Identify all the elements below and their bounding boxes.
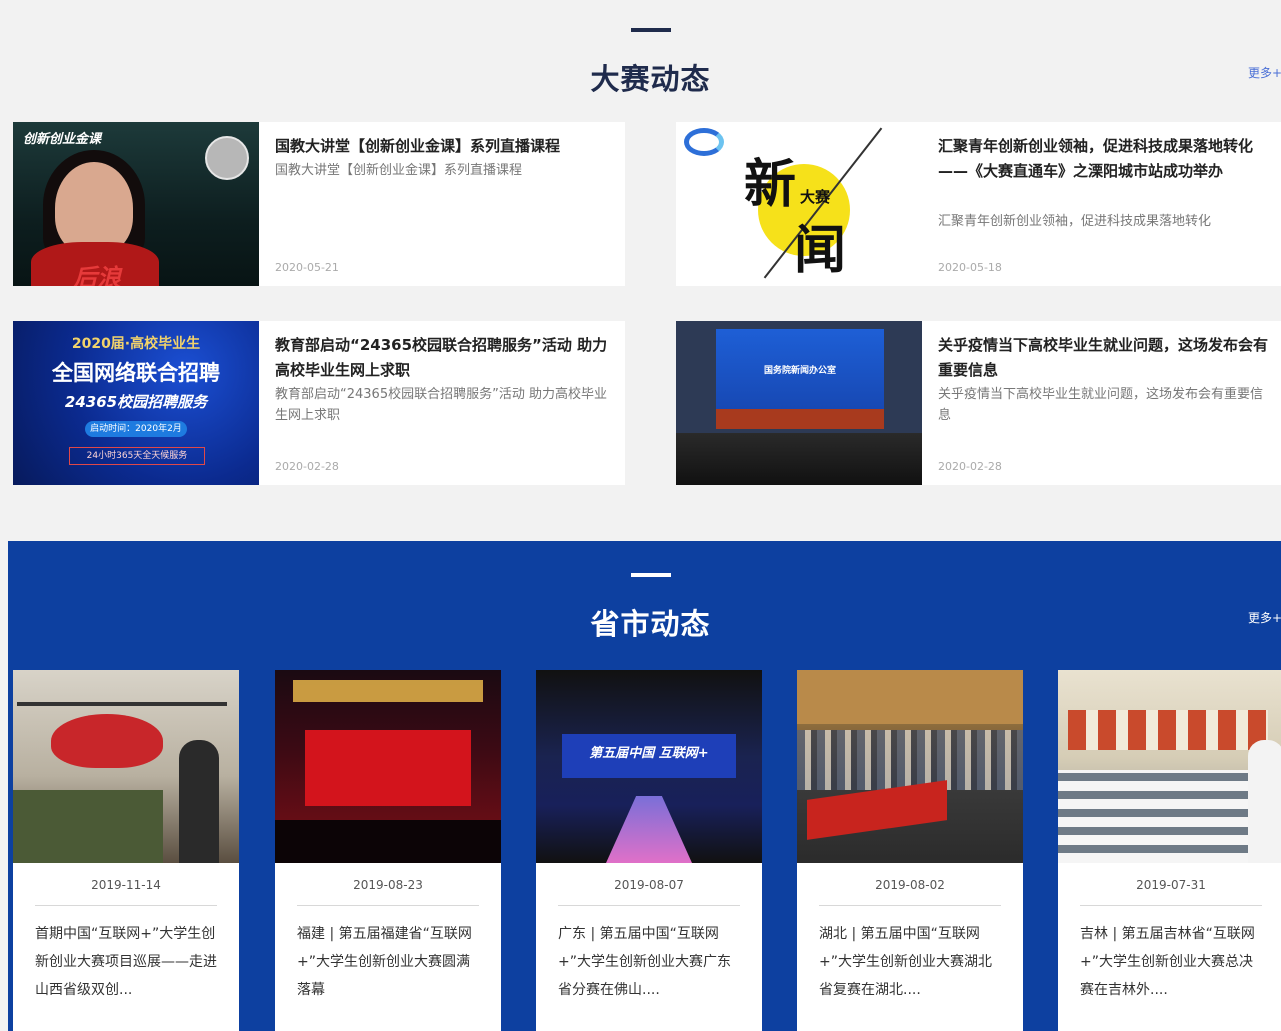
job-fair-poster-thumbnail[interactable]: 2020届·高校毕业生 全国网络联合招聘 24365校园招聘服务 启动时间：20… (13, 321, 259, 485)
card-date: 2019-07-31 (1136, 878, 1206, 892)
news-card[interactable]: 创新创业金课 后浪 国教大讲堂【创新创业金课】系列直播课程 国教大讲堂【创新创业… (13, 122, 625, 286)
news-summary: 教育部启动“24365校园联合招聘服务”活动 助力高校毕业生网上求职 (275, 387, 607, 423)
provincial-news-section: 省市动态 更多+ 2019-11-14 首期中国“互联网+”大学生创新创业大赛项… (8, 541, 1281, 1031)
screen-text: 国务院新闻办公室 (763, 366, 836, 376)
ceremony-stage-photo[interactable] (275, 670, 501, 863)
card-title[interactable]: 吉林 | 第五届吉林省“互联网+”大学生创新创业大赛总决赛在吉林外.... (1080, 920, 1264, 1004)
divider (35, 905, 217, 906)
news-card[interactable]: 国务院新闻办公室 关乎疫情当下高校毕业生就业问题，这场发布会有重要信息 关乎疫情… (676, 321, 1281, 485)
competition-stage-photo[interactable]: 第五届中国 互联网+ (536, 670, 762, 863)
poster-headline: 全国网络联合招聘 (52, 361, 220, 385)
card-title[interactable]: 广东 | 第五届中国“互联网+”大学生创新创业大赛广东省分赛在佛山.... (558, 920, 742, 1004)
news-title[interactable]: 教育部启动“24365校园联合招聘服务”活动 助力高校毕业生网上求职 (275, 333, 617, 383)
poster-line: 24365校园招聘服务 (64, 393, 208, 411)
news-date: 2020-02-28 (275, 460, 339, 473)
news-card[interactable]: 2020届·高校毕业生 全国网络联合招聘 24365校园招聘服务 启动时间：20… (13, 321, 625, 485)
news-title[interactable]: 关乎疫情当下高校毕业生就业问题，这场发布会有重要信息 (938, 333, 1272, 383)
card-title[interactable]: 湖北 | 第五届中国“互联网+”大学生创新创业大赛湖北省复赛在湖北.... (819, 920, 1003, 1004)
section-accent-bar (631, 573, 671, 577)
poster-caption: 创新创业金课 (23, 132, 102, 147)
provincial-news-card[interactable]: 2019-11-14 首期中国“互联网+”大学生创新创业大赛项目巡展——走进山西… (13, 670, 239, 1031)
news-date: 2020-05-18 (938, 261, 1002, 274)
poster-line: 2020届·高校毕业生 (71, 336, 201, 352)
divider (297, 905, 479, 906)
card-date: 2019-08-02 (875, 878, 945, 892)
card-date: 2019-08-23 (353, 878, 423, 892)
exhibition-photo[interactable] (13, 670, 239, 863)
press-conference-photo[interactable]: 国务院新闻办公室 (676, 321, 922, 485)
course-poster-thumbnail[interactable]: 创新创业金课 后浪 (13, 122, 259, 286)
more-link[interactable]: 更多+ (1248, 609, 1281, 626)
logo-small-text: 大赛 (800, 188, 831, 206)
more-link[interactable]: 更多+ (1248, 64, 1281, 81)
meeting-room-photo[interactable] (1058, 670, 1281, 863)
provincial-news-card[interactable]: 第五届中国 互联网+ 2019-08-07 广东 | 第五届中国“互联网+”大学… (536, 670, 762, 1031)
logo-char: 新 (744, 154, 797, 215)
poster-badge: 24小时365天全天候服务 (69, 447, 205, 465)
logo-char: 闻 (794, 220, 847, 281)
news-date: 2020-05-21 (275, 261, 339, 274)
news-card[interactable]: 新 大赛 闻 汇聚青年创新创业领袖，促进科技成果落地转化 ——《大赛直通车》之溧… (676, 122, 1281, 286)
competition-news-section: 大赛动态 更多+ 创新创业金课 后浪 国教大讲堂【创新创业金课】系列直播课程 国… (0, 0, 1281, 541)
card-date: 2019-11-14 (91, 878, 161, 892)
card-title[interactable]: 福建 | 第五届福建省“互联网+”大学生创新创业大赛圆满落幕 (297, 920, 481, 1004)
poster-brush-text: 后浪 (73, 264, 121, 286)
divider (558, 905, 740, 906)
swirl-logo-icon (684, 128, 724, 156)
section-title: 省市动态 (590, 607, 711, 641)
news-date: 2020-02-28 (938, 460, 1002, 473)
news-title[interactable]: 汇聚青年创新创业领袖，促进科技成果落地转化 ——《大赛直通车》之溧阳城市站成功举… (938, 134, 1272, 184)
screen-text: 第五届中国 互联网+ (589, 746, 709, 761)
news-title[interactable]: 国教大讲堂【创新创业金课】系列直播课程 (275, 134, 617, 159)
news-summary: 关乎疫情当下高校毕业生就业问题，这场发布会有重要信息 (938, 387, 1264, 423)
auditorium-photo[interactable] (797, 670, 1023, 863)
avatar (205, 136, 249, 180)
news-logo-thumbnail[interactable]: 新 大赛 闻 (676, 122, 922, 286)
section-accent-bar (631, 28, 671, 32)
divider (819, 905, 1001, 906)
section-title: 大赛动态 (590, 62, 711, 96)
card-date: 2019-08-07 (614, 878, 684, 892)
provincial-news-card[interactable]: 2019-07-31 吉林 | 第五届吉林省“互联网+”大学生创新创业大赛总决赛… (1058, 670, 1281, 1031)
news-summary: 国教大讲堂【创新创业金课】系列直播课程 (275, 163, 523, 178)
divider (1080, 905, 1262, 906)
provincial-news-card[interactable]: 2019-08-02 湖北 | 第五届中国“互联网+”大学生创新创业大赛湖北省复… (797, 670, 1023, 1031)
provincial-news-card[interactable]: 2019-08-23 福建 | 第五届福建省“互联网+”大学生创新创业大赛圆满落… (275, 670, 501, 1031)
news-summary: 汇聚青年创新创业领袖，促进科技成果落地转化 (938, 214, 1212, 229)
card-title[interactable]: 首期中国“互联网+”大学生创新创业大赛项目巡展——走进山西省级双创... (35, 920, 219, 1004)
poster-badge: 启动时间：2020年2月 (85, 421, 187, 437)
